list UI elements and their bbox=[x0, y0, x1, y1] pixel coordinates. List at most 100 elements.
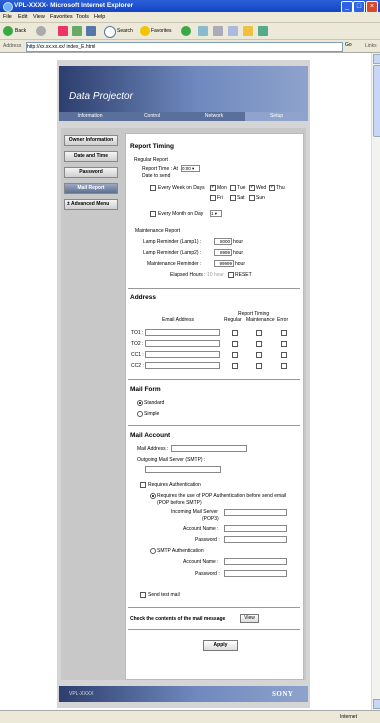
divider bbox=[128, 288, 300, 289]
pop-auth-radio[interactable] bbox=[150, 493, 156, 499]
col-error: Error bbox=[277, 317, 289, 323]
to1-regular-checkbox[interactable] bbox=[232, 330, 238, 336]
simple-label: Simple bbox=[144, 411, 160, 417]
back-button[interactable]: Back bbox=[15, 26, 26, 36]
nav-password[interactable]: Password bbox=[64, 167, 118, 178]
lamp2-input[interactable]: 8999 bbox=[214, 249, 232, 256]
requires-auth-checkbox[interactable] bbox=[140, 482, 146, 488]
lamp2-unit: hour bbox=[233, 250, 244, 256]
tab-information[interactable]: Information bbox=[59, 112, 121, 121]
messenger-icon[interactable] bbox=[258, 26, 268, 36]
main-tabs: Information Control Network Setup bbox=[59, 112, 308, 121]
cc2-regular-checkbox[interactable] bbox=[232, 363, 238, 369]
product-title: Data Projector bbox=[69, 91, 133, 102]
smtp-account-name-input[interactable] bbox=[224, 558, 287, 565]
month-day-select[interactable]: 1 ▾ bbox=[210, 210, 222, 217]
to2-maintenance-checkbox[interactable] bbox=[256, 341, 262, 347]
tab-setup[interactable]: Setup bbox=[245, 112, 308, 121]
nav-date-and-time[interactable]: Date and Time bbox=[64, 151, 118, 162]
pop-password-input[interactable] bbox=[224, 536, 287, 543]
apply-button[interactable]: Apply bbox=[203, 640, 238, 651]
address-input[interactable]: http://xx.xx.xx.xx/ index_E.html bbox=[26, 42, 343, 52]
cc1-email-input[interactable] bbox=[145, 351, 220, 358]
simple-radio[interactable] bbox=[137, 411, 143, 417]
to1-email-input[interactable] bbox=[145, 329, 220, 336]
links-button[interactable]: Links bbox=[365, 43, 377, 49]
to2-email-input[interactable] bbox=[145, 340, 220, 347]
report-time-select[interactable]: 0:00 ▾ bbox=[181, 165, 200, 172]
cc1-regular-checkbox[interactable] bbox=[232, 352, 238, 358]
vertical-scrollbar[interactable] bbox=[371, 53, 380, 710]
to2-error-checkbox[interactable] bbox=[281, 341, 287, 347]
edit-icon[interactable] bbox=[228, 26, 238, 36]
day-sat-checkbox[interactable] bbox=[230, 195, 236, 201]
lamp1-label: Lamp Reminder (Lamp1) : bbox=[143, 239, 202, 245]
tab-control[interactable]: Control bbox=[121, 112, 183, 121]
history-icon[interactable] bbox=[181, 26, 191, 36]
tab-network[interactable]: Network bbox=[183, 112, 245, 121]
to2-label: TO2 : bbox=[131, 341, 144, 347]
every-week-checkbox[interactable] bbox=[150, 185, 156, 191]
to2-regular-checkbox[interactable] bbox=[232, 341, 238, 347]
pop-password-label: Password : bbox=[195, 537, 220, 543]
menu-view[interactable]: View bbox=[33, 14, 45, 20]
requires-auth-label: Requires Authentication bbox=[148, 482, 201, 488]
to1-error-checkbox[interactable] bbox=[281, 330, 287, 336]
print-icon[interactable] bbox=[213, 26, 223, 36]
favorites-button[interactable]: Favorites bbox=[151, 26, 172, 36]
menu-help[interactable]: Help bbox=[94, 14, 105, 20]
smtp-auth-radio[interactable] bbox=[150, 548, 156, 554]
day-fri-checkbox[interactable] bbox=[210, 195, 216, 201]
lamp1-input[interactable]: 8000 bbox=[214, 238, 232, 245]
maintenance-reminder-input[interactable]: 99999 bbox=[214, 260, 234, 267]
cc2-email-input[interactable] bbox=[145, 362, 220, 369]
title-bar: VPL-XXXX- Microsoft Internet Explorer _ … bbox=[0, 0, 380, 13]
go-button[interactable]: Go bbox=[345, 42, 352, 48]
menu-edit[interactable]: Edit bbox=[18, 14, 27, 20]
standard-radio[interactable] bbox=[137, 400, 143, 406]
smtp-auth-label: SMTP Authentication bbox=[157, 548, 204, 554]
day-sun-checkbox[interactable] bbox=[249, 195, 255, 201]
window-title: VPL-XXXX- Microsoft Internet Explorer bbox=[14, 2, 134, 9]
nav-mail-report[interactable]: Mail Report bbox=[64, 183, 118, 194]
day-thu-checkbox[interactable] bbox=[269, 184, 275, 191]
menu-tools[interactable]: Tools bbox=[76, 14, 89, 20]
cc2-error-checkbox[interactable] bbox=[281, 363, 287, 369]
refresh-icon[interactable] bbox=[72, 26, 82, 36]
forward-arrow-icon[interactable] bbox=[36, 26, 46, 36]
nav-advanced-menu[interactable]: ± Advanced Menu bbox=[64, 199, 118, 210]
folder-icon[interactable] bbox=[243, 26, 253, 36]
send-test-mail-checkbox[interactable] bbox=[140, 592, 146, 598]
menu-favorites[interactable]: Favorites bbox=[50, 14, 73, 20]
every-month-checkbox[interactable] bbox=[150, 211, 156, 217]
nav-owner-information[interactable]: Owner Information bbox=[64, 135, 118, 146]
incoming-server-input[interactable] bbox=[224, 509, 287, 516]
smtp-input[interactable] bbox=[145, 466, 221, 473]
cc1-maintenance-checkbox[interactable] bbox=[256, 352, 262, 358]
day-tue-checkbox[interactable] bbox=[230, 185, 236, 191]
day-tue-label: Tue bbox=[237, 185, 246, 191]
search-icon[interactable] bbox=[104, 26, 116, 38]
back-arrow-icon[interactable] bbox=[3, 26, 13, 36]
to1-maintenance-checkbox[interactable] bbox=[256, 330, 262, 336]
scroll-down-icon[interactable] bbox=[373, 699, 380, 709]
menu-file[interactable]: File bbox=[3, 14, 12, 20]
smtp-password-input[interactable] bbox=[224, 570, 287, 577]
view-button[interactable]: View bbox=[240, 614, 259, 623]
cc2-maintenance-checkbox[interactable] bbox=[256, 363, 262, 369]
search-button[interactable]: Search bbox=[117, 26, 133, 36]
favorites-star-icon[interactable] bbox=[140, 26, 150, 36]
scroll-thumb[interactable] bbox=[373, 65, 380, 137]
day-mon-checkbox[interactable] bbox=[210, 184, 216, 191]
day-wed-checkbox[interactable] bbox=[249, 184, 255, 191]
email-address-header: Email Address bbox=[162, 317, 194, 323]
mail-address-input[interactable] bbox=[171, 445, 247, 452]
stop-icon[interactable] bbox=[58, 26, 68, 36]
home-icon[interactable] bbox=[86, 26, 96, 36]
reset-checkbox[interactable] bbox=[228, 272, 234, 278]
mail-icon[interactable] bbox=[198, 26, 208, 36]
regular-report-label: Regular Report bbox=[134, 157, 168, 163]
pop-account-name-input[interactable] bbox=[224, 525, 287, 532]
scroll-up-icon[interactable] bbox=[373, 54, 380, 64]
cc1-error-checkbox[interactable] bbox=[281, 352, 287, 358]
